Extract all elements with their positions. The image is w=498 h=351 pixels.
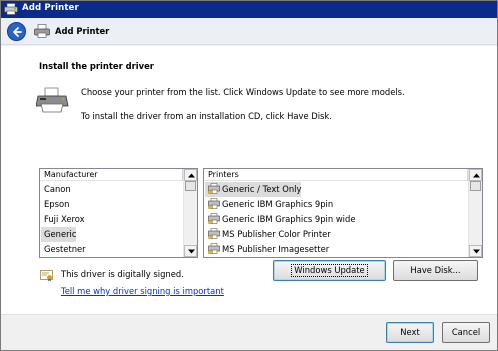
next-label: Next	[400, 327, 420, 337]
manufacturer-list[interactable]: Manufacturer Canon Epson Fuji Xerox Generic…	[39, 168, 198, 258]
title-bar[interactable]: Add Printer	[1, 1, 497, 18]
printer-item[interactable]: Generic IBM Graphics 9pin wide	[205, 212, 355, 227]
printer-item-label: MS Publisher Color Printer	[222, 229, 331, 239]
scroll-down-button[interactable]	[469, 245, 482, 257]
manufacturer-item[interactable]: Epson	[41, 197, 69, 212]
scroll-up-button[interactable]	[184, 169, 197, 181]
windows-update-label: Windows Update	[291, 264, 368, 277]
instruction-text-2: To install the driver from an installati…	[81, 111, 332, 121]
printer-driver-icon	[208, 198, 220, 209]
driver-signing-link[interactable]: Tell me why driver signing is important	[61, 286, 224, 296]
scroll-thumb[interactable]	[470, 181, 481, 191]
printer-item[interactable]: MS Publisher Imagesetter	[205, 242, 329, 257]
manufacturer-item-label: Generic	[44, 229, 77, 239]
manufacturer-item-label: Epson	[44, 199, 70, 209]
navigation-bar: Add Printer	[1, 18, 497, 45]
printer-driver-icon	[208, 243, 220, 254]
next-button[interactable]: Next	[386, 322, 434, 343]
manufacturer-item-label: Canon	[44, 184, 71, 194]
printers-scrollbar[interactable]	[468, 169, 482, 257]
printer-install-icon	[35, 86, 69, 114]
manufacturer-item[interactable]: Canon	[41, 182, 71, 197]
printer-icon	[4, 3, 18, 15]
printers-list[interactable]: Printers Generic / Text Only Generic IBM …	[203, 168, 483, 258]
printer-item[interactable]: Generic IBM Graphics 9pin	[205, 197, 333, 212]
instruction-text-1: Choose your printer from the list. Click…	[81, 87, 405, 97]
printer-item-label: Generic / Text Only	[222, 184, 302, 194]
manufacturer-item[interactable]: Gestetner	[41, 242, 86, 257]
manufacturer-column-header[interactable]: Manufacturer	[40, 169, 183, 181]
scroll-thumb[interactable]	[185, 181, 196, 191]
manufacturer-item[interactable]: Fuji Xerox	[41, 212, 85, 227]
printer-driver-icon	[208, 183, 220, 194]
scroll-up-arrow-icon	[188, 173, 195, 178]
scroll-up-button[interactable]	[469, 169, 482, 181]
printer-item-label: MS Publisher Imagesetter	[222, 244, 330, 254]
manufacturer-item-label: Fuji Xerox	[44, 214, 85, 224]
windows-update-button[interactable]: Windows Update	[273, 260, 386, 281]
wizard-footer: Next Cancel	[1, 314, 497, 350]
printer-driver-icon	[208, 213, 220, 224]
certificate-icon	[40, 270, 53, 282]
have-disk-button[interactable]: Have Disk...	[393, 260, 478, 281]
back-arrow-icon	[13, 27, 22, 37]
manufacturer-item[interactable]: Generic	[41, 227, 77, 242]
wizard-title: Add Printer	[55, 26, 110, 36]
have-disk-label: Have Disk...	[410, 265, 461, 275]
wizard-content: Install the printer driver Choose your p…	[1, 46, 497, 314]
manufacturer-item-label: Gestetner	[44, 244, 86, 254]
back-button[interactable]	[7, 22, 26, 41]
page-heading: Install the printer driver	[39, 61, 154, 71]
printer-item-label: Generic IBM Graphics 9pin	[222, 199, 334, 209]
cancel-button[interactable]: Cancel	[442, 322, 490, 343]
printer-item-label: Generic IBM Graphics 9pin wide	[222, 214, 356, 224]
scroll-down-button[interactable]	[184, 245, 197, 257]
printer-item[interactable]: MS Publisher Color Printer	[205, 227, 331, 242]
cancel-label: Cancel	[451, 327, 481, 337]
printer-driver-icon	[208, 228, 220, 239]
add-printer-window: Add Printer Add Printer Install the prin…	[0, 0, 498, 351]
window-title: Add Printer	[22, 3, 79, 13]
signed-status-text: This driver is digitally signed.	[61, 269, 184, 279]
scroll-down-arrow-icon	[473, 249, 480, 254]
printer-item[interactable]: Generic / Text Only	[205, 182, 302, 197]
manufacturer-scrollbar[interactable]	[183, 169, 197, 257]
scroll-down-arrow-icon	[188, 249, 195, 254]
printers-column-header[interactable]: Printers	[204, 169, 468, 181]
scroll-up-arrow-icon	[473, 173, 480, 178]
printer-icon	[34, 24, 50, 38]
